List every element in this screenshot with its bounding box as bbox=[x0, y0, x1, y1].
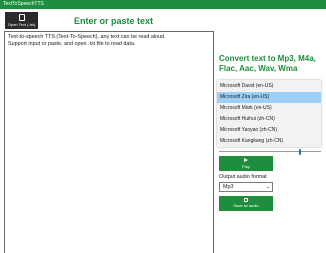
page-title: Enter or paste text bbox=[74, 16, 154, 26]
voice-option[interactable]: Microsoft Mark (en-US) bbox=[217, 103, 321, 114]
slider-track bbox=[219, 151, 321, 152]
save-icon bbox=[244, 198, 248, 202]
voice-option[interactable]: Microsoft Huihui (zh-CN) bbox=[217, 114, 321, 125]
main-content: Open Text (.txt) Enter or paste text Tex… bbox=[0, 9, 326, 253]
output-format-value: Mp3 bbox=[223, 184, 234, 190]
slider-thumb[interactable] bbox=[299, 149, 301, 155]
open-text-file-button[interactable]: Open Text (.txt) bbox=[5, 12, 38, 29]
title-bar: TextToSpeechTTS bbox=[0, 0, 326, 9]
voice-option[interactable]: Microsoft Yaoyao (zh-CN) bbox=[217, 125, 321, 136]
voice-option[interactable]: Microsoft David (en-US) bbox=[217, 81, 321, 92]
speed-slider[interactable] bbox=[219, 149, 321, 155]
document-icon bbox=[18, 14, 25, 21]
window-title: TextToSpeechTTS bbox=[3, 1, 44, 7]
save-button-label: Save as audio bbox=[233, 203, 259, 208]
voice-option[interactable]: Microsoft Kangkang (zh-CN) bbox=[217, 136, 321, 147]
play-icon bbox=[244, 158, 248, 162]
save-as-audio-button[interactable]: Save as audio bbox=[219, 196, 273, 211]
play-button-label: Play bbox=[242, 164, 250, 169]
chevron-down-icon: ⌄ bbox=[265, 184, 270, 190]
play-button[interactable]: Play bbox=[219, 156, 273, 171]
output-format-select[interactable]: Mp3 ⌄ bbox=[219, 182, 273, 192]
convert-heading: Convert text to Mp3, M4a, Flac, Aac, Wav… bbox=[219, 54, 316, 72]
text-input-area[interactable]: Text-to-speech TTS (Text-To-Speech), any… bbox=[4, 31, 214, 253]
voice-option-selected[interactable]: Microsoft Zira (en-US) bbox=[217, 92, 321, 103]
open-text-file-label: Open Text (.txt) bbox=[7, 22, 36, 27]
voice-dropdown-list[interactable]: Microsoft David (en-US) Microsoft Zira (… bbox=[217, 80, 321, 147]
output-format-label: Output audio format bbox=[219, 174, 267, 180]
